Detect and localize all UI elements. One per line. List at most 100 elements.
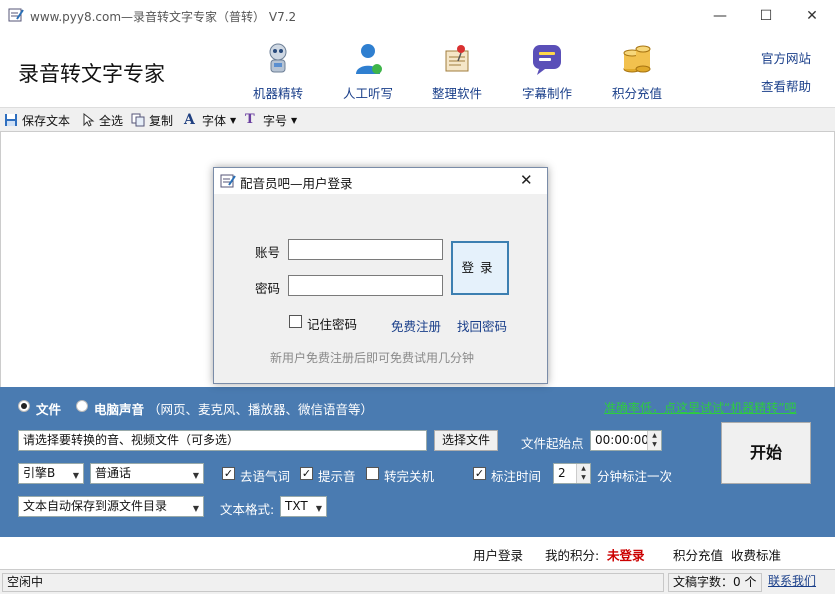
format-label: 文本格式:	[220, 502, 275, 517]
nav-machine-transcribe-label: 机器精转	[252, 86, 303, 101]
font-icon: A	[184, 112, 195, 128]
source-pc-label: 电脑声音	[94, 402, 145, 417]
minimize-button[interactable]: —	[697, 0, 743, 31]
format-select[interactable]: TXT ▼	[280, 496, 327, 517]
interval-suffix: 分钟标注一次	[597, 469, 673, 484]
interval-spinner[interactable]: ▲ ▼	[576, 464, 590, 483]
format-caret-icon: ▼	[315, 504, 322, 513]
maximize-button[interactable]: ☐	[743, 0, 789, 31]
account-label: 账号	[255, 245, 281, 260]
nav-subtitle-maker-label: 字幕制作	[521, 86, 572, 101]
save-mode-value: 文本自动保存到源文件目录	[23, 499, 168, 513]
password-input[interactable]	[288, 275, 443, 296]
font-size-caret-icon: ▼	[291, 115, 298, 125]
dialog-title-bar: 配音员吧—用户登录 ✕	[214, 168, 547, 194]
source-pc-note: （网页、麦克风、播放器、微信语音等）	[148, 402, 374, 417]
status-state: 空闲中	[2, 573, 664, 592]
person-headset-icon	[356, 44, 382, 74]
account-input[interactable]	[288, 239, 443, 260]
contact-link[interactable]: 联系我们	[764, 573, 820, 592]
timestamp-label: 标注时间	[491, 469, 542, 484]
file-path-input[interactable]: 请选择要转换的音、视频文件（可多选）	[18, 430, 427, 451]
font-size-icon: T	[245, 112, 255, 127]
breath-label: 去语气词	[240, 469, 291, 484]
coins-icon	[623, 45, 651, 73]
account-row: 用户登录 我的积分: 未登录 积分充值 收费标准	[0, 537, 835, 569]
copy-label: 复制	[149, 113, 174, 128]
nav-points-recharge[interactable]: 积分充值	[597, 41, 677, 103]
pricing-link[interactable]: 收费标准	[731, 545, 781, 564]
start-point-input[interactable]: 00:00:00 ▲ ▼	[590, 430, 662, 451]
official-site-link[interactable]: 官方网站	[761, 48, 811, 67]
source-pc-radio[interactable]	[76, 400, 88, 412]
choose-file-button[interactable]: 选择文件	[434, 430, 498, 451]
select-all-button[interactable]: 全选	[81, 111, 123, 129]
nav-points-recharge-label: 积分充值	[611, 86, 662, 101]
close-icon: ✕	[806, 7, 818, 24]
engine-select[interactable]: 引擎B ▼	[18, 463, 84, 484]
nav-organize-software[interactable]: 整理软件	[417, 41, 497, 103]
start-button[interactable]: 开始	[721, 422, 811, 484]
interval-input[interactable]: 2 ▲ ▼	[553, 463, 591, 484]
save-mode-select[interactable]: 文本自动保存到源文件目录 ▼	[18, 496, 204, 517]
language-value: 普通话	[95, 466, 132, 480]
select-all-label: 全选	[99, 113, 124, 128]
app-icon	[8, 8, 24, 22]
title-bar: www.pyy8.com—录音转文字专家（普转） V7.2 — ☐ ✕	[0, 0, 835, 31]
user-login-link[interactable]: 用户登录	[473, 545, 523, 564]
brand-title: 录音转文字专家	[18, 62, 165, 86]
language-select[interactable]: 普通话 ▼	[90, 463, 204, 484]
promo-link[interactable]: 准确率低，点这里试试“机器精转”吧	[604, 399, 796, 416]
engine-value: 引擎B	[23, 466, 56, 480]
toolbar: 保存文本 全选 复制 A 字体 ▼ T 字号 ▼	[0, 107, 835, 132]
status-bar: 空闲中 文稿字数：0 个 联系我们	[0, 569, 835, 594]
font-label: 字体	[202, 113, 227, 128]
timestamp-checkbox[interactable]: ✓	[473, 467, 486, 480]
save-text-label: 保存文本	[22, 113, 71, 128]
copy-button[interactable]: 复制	[131, 111, 173, 129]
remember-checkbox[interactable]	[289, 315, 302, 328]
cursor-icon	[83, 113, 95, 127]
beep-checkbox[interactable]: ✓	[300, 467, 313, 480]
close-button[interactable]: ✕	[789, 0, 835, 31]
shutdown-label: 转完关机	[384, 469, 435, 484]
interval-value: 2	[558, 466, 566, 480]
recover-password-link[interactable]: 找回密码	[457, 316, 507, 335]
robot-icon	[269, 43, 287, 73]
font-dropdown[interactable]: A 字体 ▼	[184, 111, 236, 129]
language-caret-icon: ▼	[192, 471, 199, 480]
font-caret-icon: ▼	[230, 115, 237, 125]
font-size-dropdown[interactable]: T 字号 ▼	[245, 111, 297, 129]
nav-manual-transcribe[interactable]: 人工听写	[328, 41, 408, 103]
nav-organize-software-label: 整理软件	[431, 86, 482, 101]
login-button[interactable]: 登录	[451, 241, 509, 295]
nav-machine-transcribe[interactable]: 机器精转	[238, 41, 318, 103]
engine-caret-icon: ▼	[72, 471, 79, 480]
nav-manual-transcribe-label: 人工听写	[342, 86, 393, 101]
minimize-icon: —	[713, 7, 727, 24]
word-count: 文稿字数：0 个	[668, 573, 762, 592]
register-link[interactable]: 免费注册	[391, 316, 441, 335]
shutdown-checkbox[interactable]	[366, 467, 379, 480]
start-point-value: 00:00:00	[595, 433, 649, 447]
copy-icon	[131, 113, 145, 127]
my-points-label: 我的积分:	[545, 548, 600, 563]
nav-subtitle-maker[interactable]: 字幕制作	[507, 41, 587, 103]
start-point-spinner[interactable]: ▲ ▼	[647, 431, 661, 450]
format-value: TXT	[285, 499, 308, 513]
login-dialog: 配音员吧—用户登录 ✕ 账号 密码 登录 记住密码 免费注册 找回密码 新用户免…	[213, 167, 548, 384]
app-header: 录音转文字专家 机器精转 人工听写 整理软件 字幕制作 积分充值 官方网站 查看…	[0, 31, 835, 107]
help-link[interactable]: 查看帮助	[761, 76, 811, 95]
dialog-close-icon[interactable]: ✕	[520, 171, 533, 189]
font-size-label: 字号	[263, 113, 288, 128]
breath-checkbox[interactable]: ✓	[222, 467, 235, 480]
save-icon	[5, 114, 17, 126]
start-point-label: 文件起始点	[521, 436, 584, 451]
recharge-link[interactable]: 积分充值	[673, 545, 723, 564]
beep-label: 提示音	[318, 469, 356, 484]
notepad-pin-icon	[445, 45, 469, 72]
save-text-button[interactable]: 保存文本	[4, 111, 70, 129]
remember-label: 记住密码	[307, 317, 358, 332]
source-file-radio[interactable]	[18, 400, 30, 412]
dialog-app-icon	[220, 174, 236, 188]
